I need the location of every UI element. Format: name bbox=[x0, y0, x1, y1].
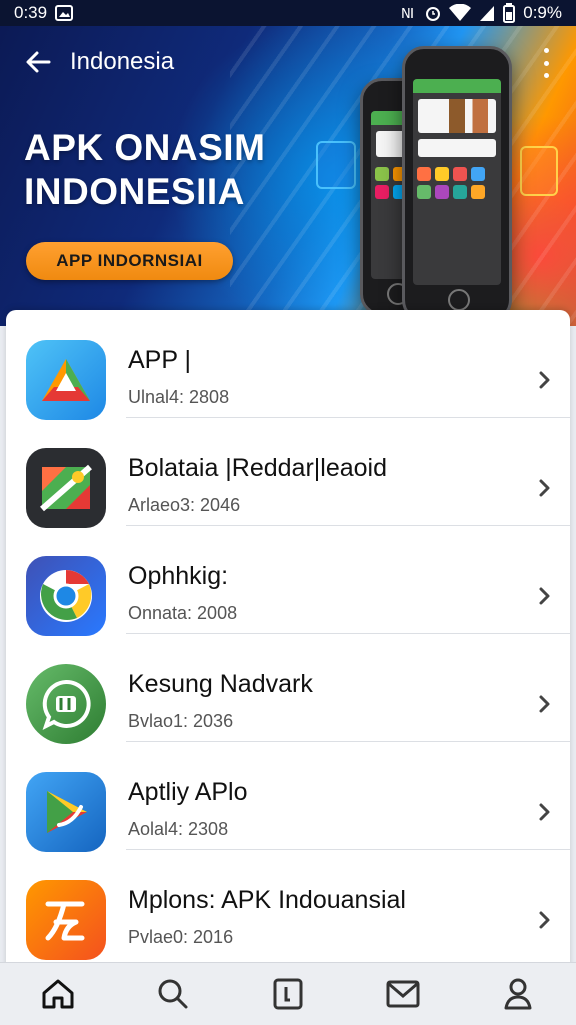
list-item-title: Aptliy APlo bbox=[128, 778, 248, 806]
nav-search-button[interactable] bbox=[143, 964, 203, 1024]
list-item-text: APP | Ulnal4: 2808 bbox=[128, 346, 229, 408]
floating-card-decoration bbox=[316, 141, 356, 189]
signal-icon bbox=[479, 4, 495, 22]
list-item[interactable]: Kesung Nadvark Bvlao1: 2036 bbox=[6, 634, 570, 744]
back-button[interactable] bbox=[22, 46, 54, 78]
chevron-right-icon bbox=[539, 479, 550, 497]
list-item-subtitle: Arlaeo3: 2046 bbox=[128, 495, 241, 515]
search-icon bbox=[158, 979, 188, 1009]
list-item-subtitle: Bvlao1: 2036 bbox=[128, 711, 234, 731]
page-title: Indonesia bbox=[70, 48, 175, 75]
list-item-subtitle: Pvlae0: 2016 bbox=[128, 927, 234, 947]
list-item[interactable]: Ophhkig: Onnata: 2008 bbox=[6, 526, 570, 636]
nav-tablet-button[interactable] bbox=[258, 964, 318, 1024]
list-item-title: Ophhkig: bbox=[128, 562, 229, 590]
hero-title-line2: INDONESIIA bbox=[24, 171, 245, 212]
app-list: APP | Ulnal4: 2808 Bolataia |Reddar|leao… bbox=[6, 310, 570, 970]
list-item-title: Mplons: APK Indouansial bbox=[128, 886, 406, 914]
tablet-icon bbox=[273, 978, 303, 1010]
chevron-right-icon bbox=[539, 911, 550, 929]
nav-home-button[interactable] bbox=[28, 964, 88, 1024]
status-bar: 0:39 N 0:9% bbox=[0, 0, 576, 26]
wifi-icon bbox=[449, 4, 472, 22]
chat-app-icon bbox=[26, 664, 106, 744]
list-item-title: APP | bbox=[128, 346, 192, 374]
back-arrow-icon bbox=[26, 51, 51, 73]
list-item-text: Ophhkig: Onnata: 2008 bbox=[128, 562, 237, 624]
list-item-title: Bolataia |Reddar|leaoid bbox=[128, 454, 387, 482]
hero-banner: Indonesia APK ONASIM INDONESIIA APP INDO… bbox=[0, 26, 576, 326]
more-vertical-icon[interactable] bbox=[536, 48, 556, 78]
battery-icon bbox=[503, 3, 516, 23]
list-item[interactable]: APP | Ulnal4: 2808 bbox=[6, 310, 570, 420]
profile-icon bbox=[504, 978, 532, 1010]
hero-cta-button[interactable]: APP INDORNSIAI bbox=[26, 242, 233, 280]
app-bar: Indonesia bbox=[0, 26, 576, 98]
status-right: N 0:9% bbox=[401, 3, 562, 23]
alarm-icon bbox=[425, 5, 441, 21]
list-item[interactable]: Aptliy APlo Aolal4: 2308 bbox=[6, 742, 570, 852]
list-item-subtitle: Onnata: 2008 bbox=[128, 603, 238, 623]
mail-icon bbox=[386, 980, 420, 1008]
list-item-text: Mplons: APK Indouansial Pvlae0: 2016 bbox=[128, 886, 406, 948]
chrome-like-app-icon bbox=[26, 556, 106, 636]
list-item-text: Bolataia |Reddar|leaoid Arlaeo3: 2046 bbox=[128, 454, 387, 516]
list-item-title: Kesung Nadvark bbox=[128, 670, 313, 698]
list-item-subtitle: Ulnal4: 2808 bbox=[128, 387, 230, 407]
list-item-text: Aptliy APlo Aolal4: 2308 bbox=[128, 778, 248, 840]
list-item-subtitle: Aolal4: 2308 bbox=[128, 819, 229, 839]
floating-card-decoration bbox=[520, 146, 558, 196]
hero-title-line1: APK ONASIM bbox=[24, 127, 266, 168]
letter-app-icon bbox=[26, 880, 106, 960]
play-app-icon bbox=[26, 772, 106, 852]
chevron-right-icon bbox=[539, 695, 550, 713]
chevron-right-icon bbox=[539, 371, 550, 389]
battery-percent: 0:9% bbox=[523, 3, 562, 22]
bottom-navigation bbox=[0, 962, 576, 1025]
hero-title: APK ONASIM INDONESIIA bbox=[24, 126, 265, 214]
triangle-app-icon bbox=[26, 340, 106, 420]
chevron-right-icon bbox=[539, 803, 550, 821]
status-left: 0:39 bbox=[14, 3, 74, 23]
status-time: 0:39 bbox=[14, 3, 48, 22]
list-item-text: Kesung Nadvark Bvlao1: 2036 bbox=[128, 670, 313, 732]
nav-profile-button[interactable] bbox=[488, 964, 548, 1024]
map-app-icon bbox=[26, 448, 106, 528]
image-icon bbox=[55, 5, 74, 21]
list-item[interactable]: Bolataia |Reddar|leaoid Arlaeo3: 2046 bbox=[6, 418, 570, 528]
chevron-right-icon bbox=[539, 587, 550, 605]
svg-text:N: N bbox=[401, 7, 411, 21]
nav-mail-button[interactable] bbox=[373, 964, 433, 1024]
list-item[interactable]: Mplons: APK Indouansial Pvlae0: 2016 bbox=[6, 850, 570, 960]
nfc-icon: N bbox=[401, 5, 417, 21]
home-icon bbox=[42, 979, 74, 1009]
